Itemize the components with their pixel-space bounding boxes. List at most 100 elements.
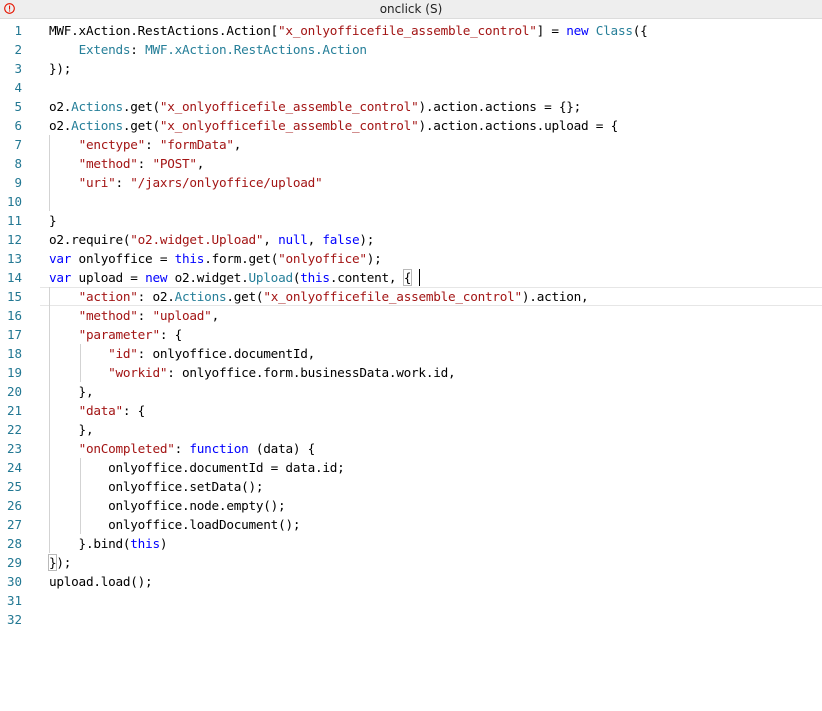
code-token: (); [241, 479, 264, 494]
line-number: 27 [6, 517, 22, 532]
code-line: Extends: MWF.xAction.RestActions.Action [49, 40, 367, 59]
code-token: : [115, 175, 131, 190]
code-token: : [137, 308, 153, 323]
code-token: , [233, 137, 242, 152]
code-token: ); [359, 232, 375, 247]
code-token: Actions [71, 99, 123, 114]
line-number: 25 [6, 479, 22, 494]
code-token: this [130, 536, 160, 551]
code-token: "onlyoffice" [278, 251, 367, 266]
code-token: MWF.xAction.RestActions.Action [49, 23, 271, 38]
line-number: 15 [6, 289, 22, 304]
code-token: get [130, 99, 153, 114]
code-token: "onCompleted" [78, 441, 175, 456]
line-number: 13 [6, 251, 22, 266]
code-token: "POST" [152, 156, 197, 171]
code-token: }, [49, 422, 94, 437]
code-line: "method": "POST", [49, 154, 205, 173]
code-line: onlyoffice.loadDocument(); [49, 515, 300, 534]
code-token: ).action, [521, 289, 589, 304]
line-number: 2 [14, 42, 22, 57]
code-token: ); [366, 251, 382, 266]
line-number: 9 [14, 175, 22, 190]
line-number: 24 [6, 460, 22, 475]
code-token: o2.require [49, 232, 123, 247]
code-line: }); [49, 59, 71, 78]
code-line: "parameter": { [49, 325, 183, 344]
code-token: onlyoffice. [49, 517, 190, 532]
line-number: 31 [6, 593, 22, 608]
line-number: 1 [14, 23, 22, 38]
line-number: 22 [6, 422, 22, 437]
line-number: 32 [6, 612, 22, 627]
code-token: "method" [78, 308, 138, 323]
code-token: : [174, 441, 190, 456]
code-token: "data" [78, 403, 124, 418]
code-token: : onlyoffice.form.businessData.work.id, [167, 365, 456, 380]
line-number: 3 [14, 61, 22, 76]
code-token: empty [226, 498, 264, 513]
code-token: new [145, 270, 168, 285]
window-title: onclick (S) [379, 2, 443, 16]
code-token: (); [263, 498, 286, 513]
code-token: .content, [329, 270, 404, 285]
code-token: "enctype" [78, 137, 146, 152]
code-line: onlyoffice.setData(); [49, 477, 263, 496]
code-token: : { [122, 403, 146, 418]
line-number: 5 [14, 99, 22, 114]
code-token: bind [93, 536, 123, 551]
code-token: [ [270, 23, 279, 38]
code-token: null [278, 232, 308, 247]
code-token: } [49, 213, 57, 228]
code-token: Extends [78, 42, 131, 57]
code-token: , [263, 232, 279, 247]
line-number: 4 [14, 80, 22, 95]
code-token: Actions [174, 289, 227, 304]
text-cursor [419, 269, 420, 286]
code-token: onlyoffice. [49, 479, 190, 494]
code-token: o2. [49, 118, 72, 133]
code-token: "action" [78, 289, 138, 304]
code-line: "workid": onlyoffice.form.businessData.w… [49, 363, 456, 382]
line-number: 26 [6, 498, 22, 513]
code-line: var upload = new o2.widget.Upload(this.c… [49, 268, 413, 287]
code-token: . [204, 251, 212, 266]
code-token: (); [130, 574, 153, 589]
code-line: "id": onlyoffice.documentId, [49, 344, 315, 363]
code-token: "method" [78, 156, 138, 171]
code-token: o2. [49, 99, 72, 114]
code-token: onlyoffice.node. [49, 498, 227, 513]
line-number: 29 [6, 555, 22, 570]
code-token: loadDocument [189, 517, 279, 532]
code-token: : [130, 42, 146, 57]
line-number: 6 [14, 118, 22, 133]
code-token: ( [152, 99, 160, 114]
code-line: }); [47, 553, 71, 572]
code-editor[interactable]: 1 2 3 4 5 6 7 8 9 10 11 12 13 14 15 16 17 18 19 20 21 22 23 24 2… [0, 19, 822, 711]
code-token: form.get [211, 251, 271, 266]
code-token: onlyoffice = [71, 251, 175, 266]
code-token: onlyoffice.documentId = data.id; [49, 460, 345, 475]
line-number: 19 [6, 365, 22, 380]
code-token: MWF.xAction.RestActions.Action [145, 42, 367, 57]
code-line: o2.Actions.get("x_onlyofficefile_assembl… [49, 97, 581, 116]
code-token: : onlyoffice.documentId, [137, 346, 316, 361]
code-token: function [189, 441, 249, 456]
code-line: } [49, 211, 57, 230]
code-token: { [402, 269, 413, 286]
code-line: onlyoffice.documentId = data.id; [49, 458, 345, 477]
line-number: 12 [6, 232, 22, 247]
line-number: 11 [6, 213, 22, 228]
line-number: 16 [6, 308, 22, 323]
code-token: this [174, 251, 205, 266]
